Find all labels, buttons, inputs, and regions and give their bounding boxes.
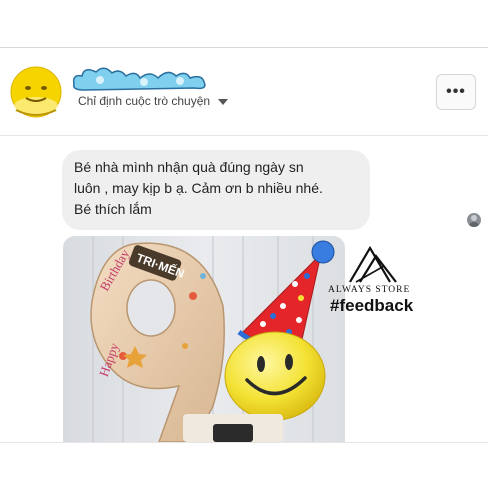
chat-window: Chỉ định cuộc trò chuyện ••• Bé nhà mình…	[0, 0, 488, 488]
header-divider	[0, 135, 488, 136]
smiley-balloon	[224, 331, 326, 421]
top-divider	[0, 47, 488, 48]
caret-down-icon	[218, 98, 229, 105]
contact-name-redacted	[72, 67, 206, 91]
seen-avatar	[467, 213, 481, 227]
bottom-divider	[0, 442, 488, 443]
conversation-assign[interactable]: Chỉ định cuộc trò chuyện	[78, 94, 229, 108]
message-line: Bé thích lắm	[74, 201, 152, 217]
more-options-button[interactable]: •••	[436, 74, 476, 110]
more-horizontal-icon: •••	[446, 83, 466, 100]
message-bubble: Bé nhà mình nhận quà đúng ngày sn luôn ,…	[62, 150, 370, 230]
message-line: Bé nhà mình nhận quà đúng ngày sn	[74, 159, 304, 175]
conversation-subtitle: Chỉ định cuộc trò chuyện	[78, 94, 211, 108]
store-brand-name: ALWAYS STORE	[328, 285, 411, 295]
avatar[interactable]	[10, 66, 62, 118]
store-logo	[349, 245, 397, 283]
feedback-hashtag: #feedback	[330, 296, 414, 315]
photo-attachment[interactable]: Birthday Happy TRI·MẾN	[63, 236, 345, 442]
message-line: luôn , may kịp b ạ. Cảm ơn b nhiều nhé.	[74, 180, 323, 196]
